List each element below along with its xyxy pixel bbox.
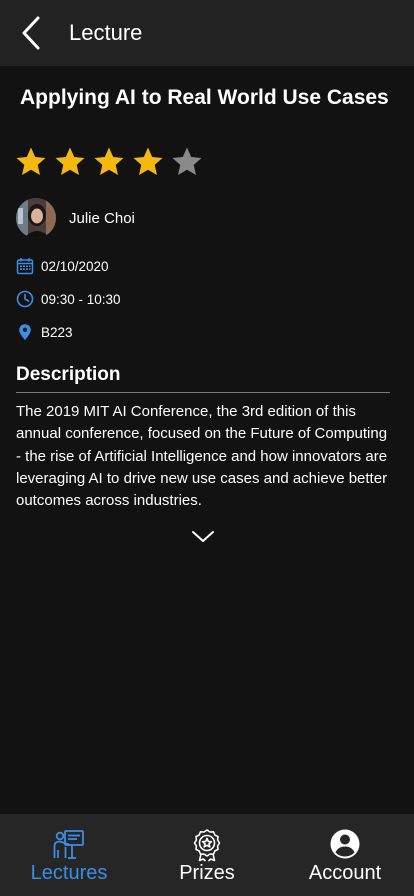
lecture-title: Applying AI to Real World Use Cases	[20, 86, 389, 109]
expand-description-button[interactable]	[190, 529, 216, 545]
nav-tab-lectures[interactable]: Lectures	[0, 814, 138, 896]
nav-label-prizes: Prizes	[179, 862, 235, 884]
description-heading: Description	[16, 362, 390, 393]
top-app-bar: Lecture	[0, 0, 414, 66]
lecture-date: 02/10/2020	[41, 258, 109, 274]
speaker-name: Julie Choi	[69, 209, 135, 227]
award-badge-icon	[193, 829, 221, 862]
page-title: Lecture	[69, 20, 143, 45]
location-row: B223	[16, 322, 73, 342]
bottom-navigation: Lectures Prizes Account	[0, 814, 414, 896]
calendar-icon	[16, 258, 34, 275]
nav-label-lectures: Lectures	[30, 862, 108, 884]
description-text: The 2019 MIT AI Conference, the 3rd edit…	[16, 403, 388, 510]
nav-tab-account[interactable]: Account	[276, 814, 414, 896]
chevron-down-icon	[192, 531, 214, 542]
star-filled-icon	[55, 147, 85, 175]
star-empty-icon	[172, 147, 202, 175]
nav-tab-prizes[interactable]: Prizes	[138, 814, 276, 896]
account-circle-icon	[330, 829, 360, 859]
star-rating	[14, 146, 209, 180]
date-row: 02/10/2020	[16, 256, 109, 276]
star-filled-icon	[133, 147, 163, 175]
avatar	[16, 198, 56, 238]
speaker: Julie Choi	[16, 198, 135, 238]
lecture-room: B223	[41, 324, 73, 340]
back-button[interactable]	[14, 14, 50, 52]
chevron-left-icon	[22, 16, 40, 50]
nav-label-account: Account	[308, 862, 382, 884]
lecture-time: 09:30 - 10:30	[41, 291, 121, 307]
location-pin-icon	[19, 324, 31, 340]
star-filled-icon	[16, 147, 46, 175]
star-filled-icon	[94, 147, 124, 175]
lecture-presenter-icon	[53, 830, 84, 859]
clock-icon	[16, 290, 34, 308]
time-row: 09:30 - 10:30	[16, 289, 121, 309]
